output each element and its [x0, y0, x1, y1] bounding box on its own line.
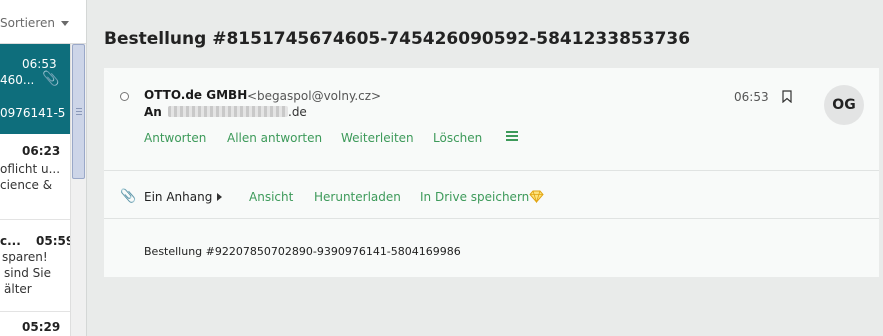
scroll-grip-line	[76, 108, 82, 109]
list-item-snippet: 460...	[0, 73, 35, 87]
delete-button[interactable]: Löschen	[433, 131, 482, 145]
recipient-domain: .de	[288, 105, 307, 119]
forward-button[interactable]: Weiterleiten	[341, 131, 414, 145]
recipient-label: An	[144, 105, 162, 119]
list-item-snippet: sind Sie	[4, 266, 51, 280]
list-item-time: 06:23	[22, 144, 61, 158]
unread-dot-icon[interactable]	[120, 92, 129, 101]
message-subject: Bestellung #8151745674605-745426090592-5…	[104, 29, 691, 49]
avatar: OG	[824, 85, 864, 125]
diamond-icon	[529, 190, 544, 203]
view-attachment-button[interactable]: Ansicht	[249, 190, 293, 204]
message-card: OTTO.de GMBH <begaspol@volny.cz> An .de …	[104, 68, 879, 277]
list-item-time: 06:53	[22, 57, 57, 71]
list-item-snippet: 0976141-5	[0, 106, 66, 120]
message-time: 06:53	[734, 90, 769, 104]
list-item-time: 05:29	[22, 320, 61, 334]
save-to-drive-button[interactable]: In Drive speichern	[420, 190, 529, 204]
scrollbar-thumb[interactable]	[72, 44, 85, 179]
list-item-snippet: cience &	[0, 178, 53, 192]
reply-button[interactable]: Antworten	[144, 131, 206, 145]
paperclip-icon: 📎	[120, 189, 137, 204]
redacted-recipient	[168, 106, 288, 117]
paperclip-icon: 📎	[42, 71, 60, 87]
divider	[104, 218, 879, 219]
list-scrollbar[interactable]	[70, 44, 86, 336]
sort-dropdown[interactable]: Sortieren	[0, 0, 86, 44]
sender-name[interactable]: OTTO.de GMBH	[144, 88, 247, 102]
reply-all-button[interactable]: Allen antworten	[227, 131, 322, 145]
list-item-snippet: sparen!	[2, 250, 48, 264]
download-button[interactable]: Herunterladen	[314, 190, 401, 204]
chevron-down-icon	[61, 21, 69, 26]
attachment-toggle[interactable]: Ein Anhang	[144, 190, 212, 204]
list-item[interactable]: 05:29	[0, 312, 70, 336]
bookmark-icon[interactable]	[782, 90, 792, 103]
recipient-address: .de	[168, 105, 307, 119]
list-item-sender: c...	[0, 234, 21, 248]
message-list: Sortieren 06:53 460... 📎 0976141-5 06:23…	[0, 0, 87, 336]
list-item-snippet: oflicht u...	[0, 162, 61, 176]
sort-label: Sortieren	[0, 16, 55, 30]
list-item-snippet: älter	[4, 282, 32, 296]
list-item-time: 05:59	[36, 234, 70, 248]
list-item[interactable]: 06:23 oflicht u... cience &	[0, 134, 70, 220]
sender-email: <begaspol@volny.cz>	[247, 89, 382, 103]
list-item[interactable]: c... 05:59 sparen! sind Sie älter	[0, 220, 70, 312]
list-item-selected[interactable]: 06:53 460... 📎 0976141-5	[0, 44, 70, 134]
scroll-grip-line	[76, 114, 82, 115]
caret-right-icon[interactable]	[217, 193, 222, 201]
divider	[104, 170, 879, 171]
scroll-grip-line	[76, 111, 82, 112]
menu-icon[interactable]	[506, 131, 518, 141]
message-body: Bestellung #92207850702890-9390976141-58…	[144, 245, 461, 258]
